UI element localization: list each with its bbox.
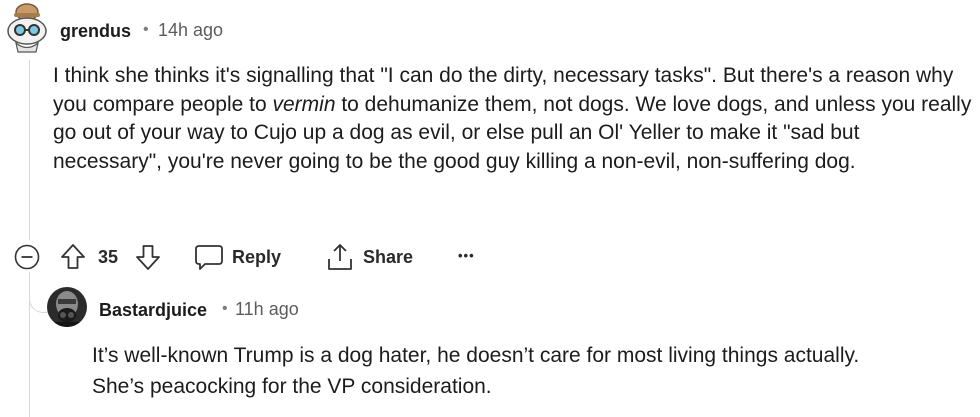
reply-label: Reply: [232, 246, 282, 267]
avatar[interactable]: [2, 2, 52, 54]
avatar[interactable]: [47, 284, 87, 330]
share-label: Share: [363, 246, 414, 267]
comment-author[interactable]: Bastardjuice: [99, 300, 207, 321]
share-icon: [328, 244, 352, 270]
comment-body: I think she thinks it's signalling that …: [53, 62, 973, 176]
comment-body: It’s well-known Trump is a dog hater, he…: [92, 340, 972, 402]
comment-text-italic: vermin: [272, 92, 336, 116]
vote-score: 35: [98, 247, 119, 267]
downvote-arrow-icon: [136, 245, 160, 270]
snoo-avatar-icon: [7, 3, 47, 53]
comment-timestamp[interactable]: 11h ago: [235, 299, 299, 320]
comment-text: It’s well-known Trump is a dog hater, he…: [92, 344, 860, 367]
comment-author[interactable]: grendus: [60, 21, 131, 42]
meta-separator: •: [222, 300, 228, 317]
collapse-icon: [14, 244, 40, 270]
user-photo-avatar-icon: [47, 287, 87, 327]
more-options-button[interactable]: •••: [458, 248, 475, 263]
reply-button[interactable]: Reply: [194, 243, 281, 271]
collapse-button[interactable]: [14, 244, 40, 270]
upvote-arrow-icon: [61, 244, 85, 269]
comment-timestamp[interactable]: 14h ago: [158, 20, 223, 41]
share-button[interactable]: Share: [325, 242, 413, 272]
upvote-button[interactable]: [60, 243, 86, 271]
comment-text: She’s peacocking for the VP consideratio…: [92, 375, 492, 398]
meta-separator: •: [143, 21, 149, 38]
comment-bubble-icon: [195, 245, 223, 270]
thread-line: [29, 60, 30, 240]
downvote-button[interactable]: [135, 243, 161, 271]
